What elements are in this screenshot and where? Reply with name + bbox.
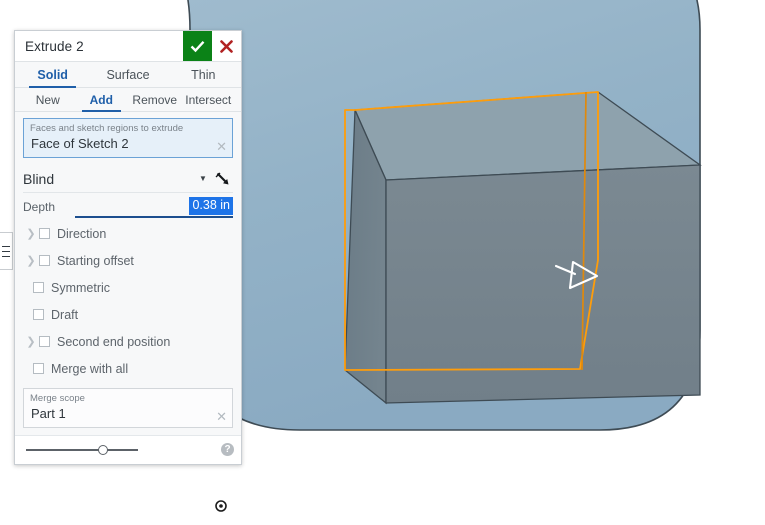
draft-label: Draft (51, 307, 79, 322)
confirm-button[interactable] (183, 31, 212, 61)
tab-new[interactable]: New (21, 88, 75, 111)
cube-front-face[interactable] (385, 164, 701, 404)
option-merge-with-all[interactable]: ❯ Merge with all (17, 355, 233, 382)
check-icon (190, 40, 205, 52)
tab-solid[interactable]: Solid (15, 62, 90, 88)
option-direction[interactable]: ❯ Direction (23, 220, 233, 247)
merge-with-all-label: Merge with all (51, 361, 129, 376)
direction-label: Direction (57, 226, 107, 241)
primary-tabs: Solid Surface Thin (15, 62, 241, 88)
faces-selection-value: Face of Sketch 2 (31, 136, 129, 151)
depth-row: Depth 0.38 in (23, 193, 233, 220)
dialog-title: Extrude 2 (25, 38, 84, 54)
symmetric-label: Symmetric (51, 280, 111, 295)
tab-add[interactable]: Add (75, 88, 129, 112)
dialog-header: Extrude 2 (15, 31, 241, 62)
secondary-tabs: New Add Remove Intersect (15, 88, 241, 112)
dialog-footer: ? (15, 435, 241, 464)
faces-selection-clear-icon[interactable]: ✕ (216, 140, 227, 153)
end-type-dropdown[interactable]: Blind ▼ (23, 165, 233, 193)
close-icon (220, 39, 233, 53)
faces-selection-label: Faces and sketch regions to extrude (30, 123, 184, 134)
flip-direction-arrow-glyph (215, 172, 228, 185)
starting-offset-checkbox[interactable] (39, 255, 50, 266)
depth-value[interactable]: 0.38 in (189, 196, 233, 215)
starting-offset-label: Starting offset (57, 253, 134, 268)
merge-scope-clear-icon[interactable]: ✕ (216, 410, 227, 423)
slider-track (26, 449, 138, 451)
merge-scope-label: Merge scope (30, 393, 85, 404)
extrude-dialog: Extrude 2 Solid Surface Thin New Add Rem… (14, 30, 242, 465)
opacity-slider[interactable] (26, 443, 176, 457)
chevron-down-icon[interactable]: ▼ (195, 174, 211, 183)
tab-intersect[interactable]: Intersect (182, 88, 236, 111)
dialog-body: Faces and sketch regions to extrude Face… (15, 112, 241, 428)
merge-scope-field[interactable]: Merge scope Part 1 ✕ (23, 388, 233, 428)
chevron-right-icon[interactable]: ❯ (23, 335, 39, 348)
cancel-button[interactable] (212, 31, 241, 61)
slider-handle[interactable] (98, 445, 108, 455)
feature-list-panel-tab[interactable] (0, 232, 13, 270)
second-end-position-label: Second end position (57, 334, 171, 349)
direction-checkbox[interactable] (39, 228, 50, 239)
draft-checkbox[interactable] (33, 309, 44, 320)
help-icon[interactable]: ? (221, 443, 234, 456)
depth-input[interactable]: 0.38 in (75, 196, 233, 218)
merge-scope-value: Part 1 (31, 406, 66, 421)
app-root: Extrude 2 Solid Surface Thin New Add Rem… (0, 0, 765, 525)
symmetric-checkbox[interactable] (33, 282, 44, 293)
tab-remove[interactable]: Remove (128, 88, 182, 111)
origin-target-icon[interactable] (215, 500, 227, 512)
merge-with-all-checkbox[interactable] (33, 363, 44, 374)
chevron-right-icon[interactable]: ❯ (23, 254, 39, 267)
faces-selection-field[interactable]: Faces and sketch regions to extrude Face… (23, 118, 233, 158)
option-second-end-position[interactable]: ❯ Second end position (23, 328, 233, 355)
chevron-right-icon[interactable]: ❯ (23, 227, 39, 240)
option-draft[interactable]: ❯ Draft (17, 301, 233, 328)
option-symmetric[interactable]: ❯ Symmetric (17, 274, 233, 301)
option-starting-offset[interactable]: ❯ Starting offset (23, 247, 233, 274)
tab-thin[interactable]: Thin (166, 62, 241, 87)
depth-label: Depth (23, 199, 56, 214)
end-type-value: Blind (23, 170, 55, 187)
second-end-position-checkbox[interactable] (39, 336, 50, 347)
hamburger-icon (2, 245, 10, 257)
tab-surface[interactable]: Surface (90, 62, 165, 87)
flip-direction-arrow-icon[interactable] (211, 170, 233, 187)
